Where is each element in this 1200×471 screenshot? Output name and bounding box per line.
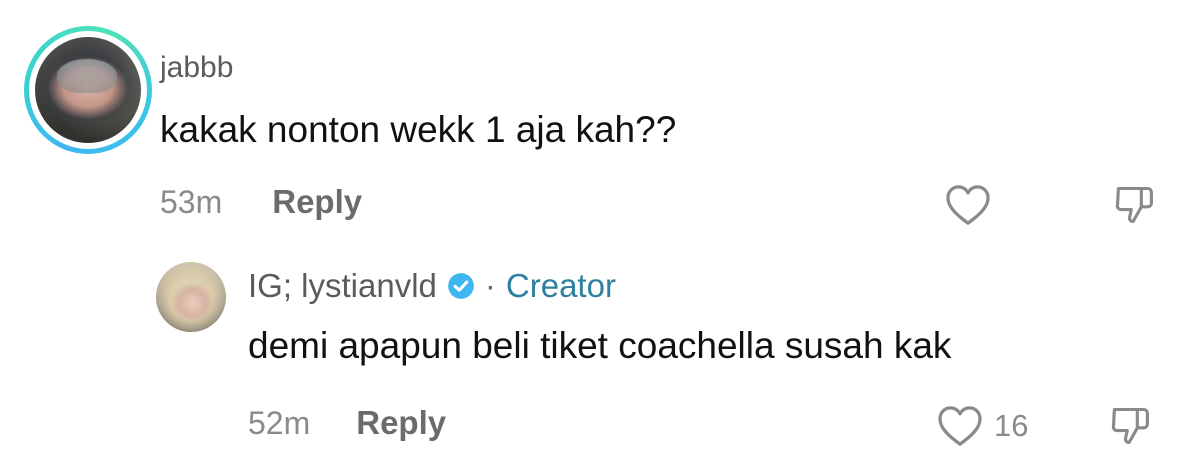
reply-text: demi apapun beli tiket coachella susah k…: [248, 325, 952, 366]
thumbs-down-outline-icon: [1111, 407, 1149, 445]
avatar-ring-inner: [29, 31, 147, 149]
heart-outline-icon: [946, 185, 990, 225]
creator-username[interactable]: IG; lystianvld: [248, 266, 437, 306]
avatar-photo-detail: [57, 59, 117, 93]
reply-timestamp: 52m: [248, 404, 311, 441]
comment-text: kakak nonton wekk 1 aja kah??: [160, 109, 677, 150]
commenter-avatar-photo: [35, 37, 141, 143]
commenter-avatar[interactable]: [24, 26, 152, 154]
reply-like-count: 16: [994, 408, 1029, 443]
comment-timestamp: 53m: [160, 183, 223, 220]
creator-badge: Creator: [505, 267, 616, 304]
separator-dot: ·: [484, 267, 496, 304]
comment-dislike-button[interactable]: [1110, 182, 1158, 228]
verified-check-icon: [447, 272, 475, 300]
creator-name-row: IG; lystianvld · Creator: [248, 266, 616, 306]
comment-like-button[interactable]: [944, 182, 992, 228]
comment-reply-button[interactable]: Reply: [272, 183, 362, 221]
thumbs-down-outline-icon: [1115, 186, 1153, 224]
comment-thread: jabbb kakak nonton wekk 1 aja kah?? 53m …: [0, 0, 1200, 471]
heart-outline-icon: [938, 406, 982, 446]
creator-avatar[interactable]: [156, 262, 226, 332]
reply-dislike-button[interactable]: [1106, 403, 1154, 449]
commenter-username[interactable]: jabbb: [160, 50, 233, 86]
reply-meta-row: 52m Reply: [248, 404, 446, 442]
reply-reply-button[interactable]: Reply: [356, 404, 446, 442]
comment-meta-row: 53m Reply: [160, 183, 362, 221]
reply-like-button[interactable]: [936, 403, 984, 449]
